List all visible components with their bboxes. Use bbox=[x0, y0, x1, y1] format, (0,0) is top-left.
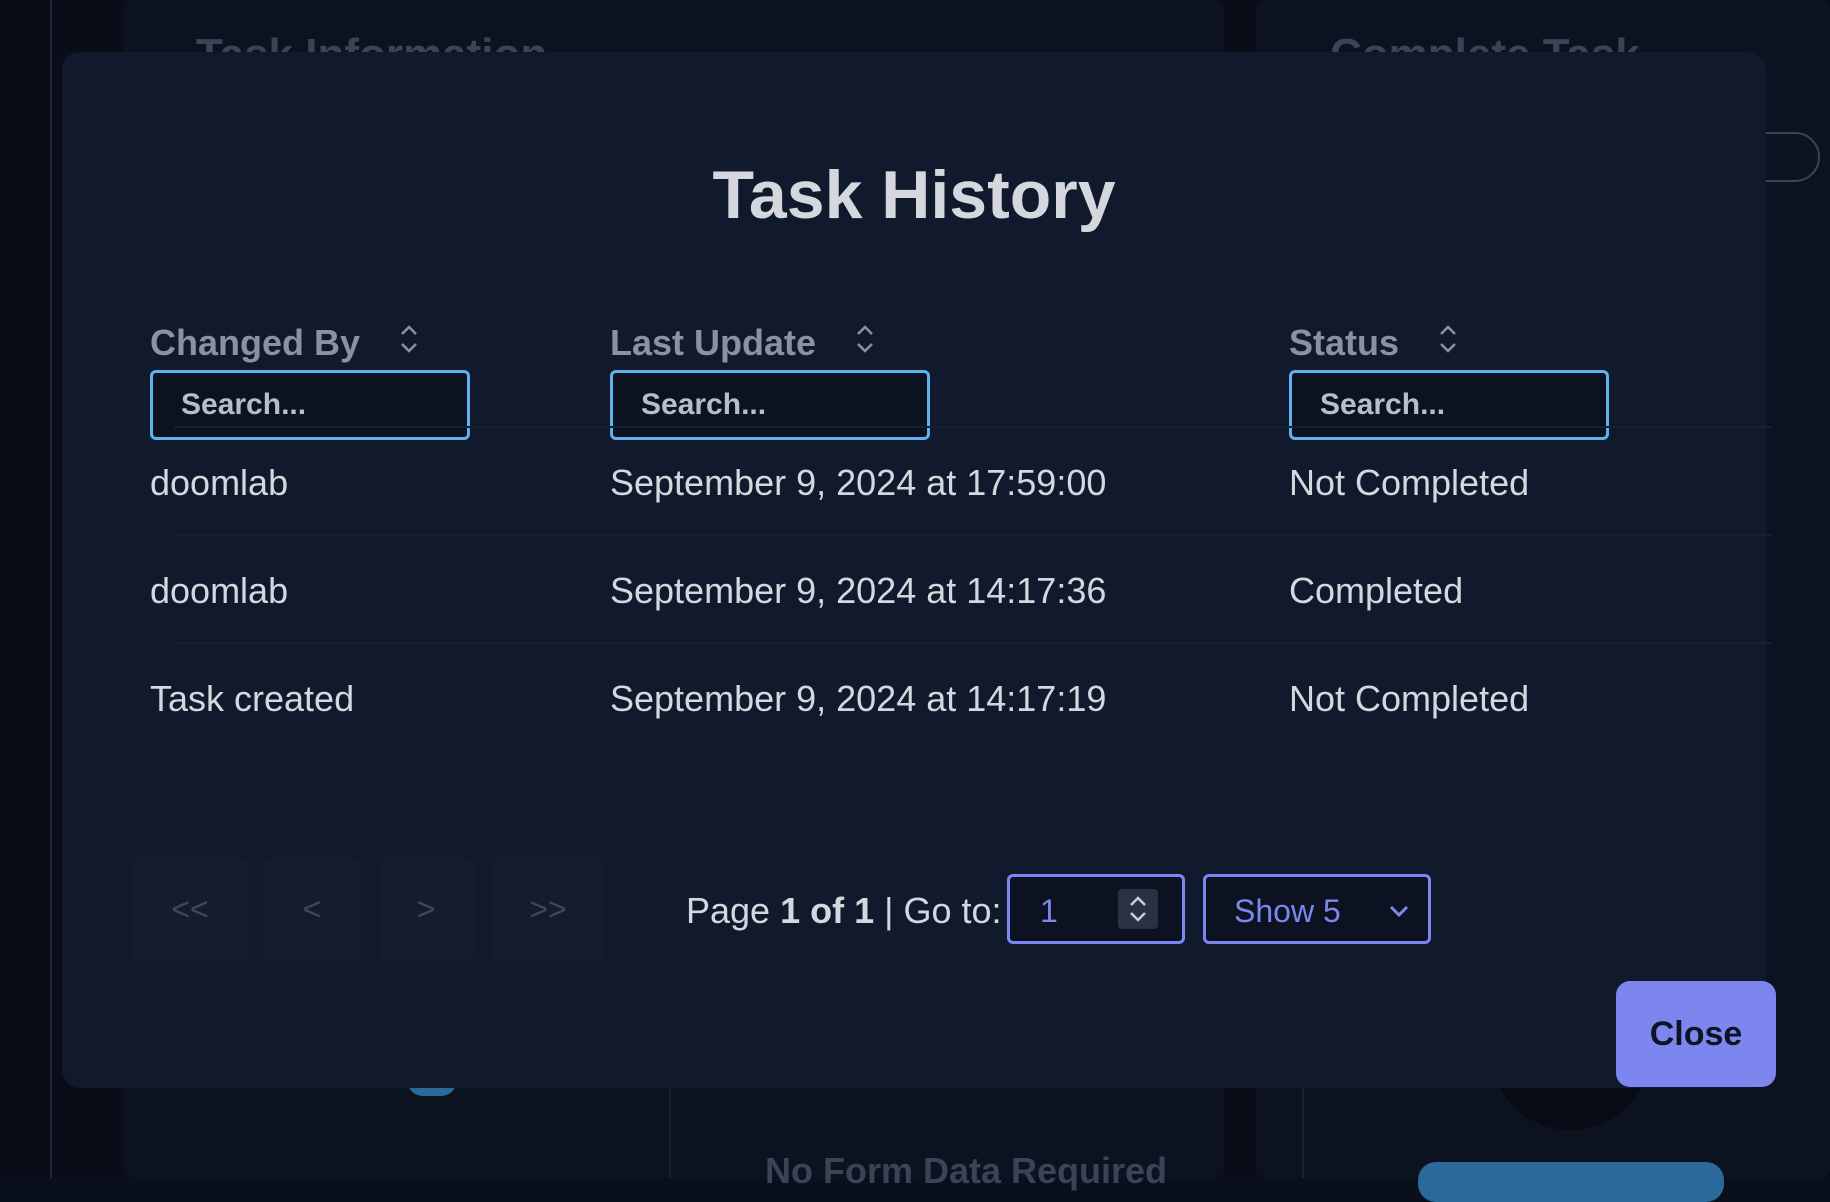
page-count: 1 of 1 bbox=[780, 890, 875, 931]
close-button[interactable]: Close bbox=[1616, 981, 1776, 1087]
background-column-divider bbox=[669, 1080, 671, 1178]
previous-page-button[interactable]: < bbox=[264, 857, 360, 961]
column-header-label: Status bbox=[1289, 322, 1400, 363]
cell-changed-by: doomlab bbox=[150, 570, 289, 611]
background-submit-button bbox=[1418, 1162, 1724, 1202]
cell-changed-by: Task created bbox=[150, 678, 355, 719]
cell-last-update: September 9, 2024 at 14:17:36 bbox=[610, 570, 1107, 611]
column-header-label: Last Update bbox=[610, 322, 817, 363]
cell-status: Not Completed bbox=[1289, 462, 1530, 503]
sort-icon[interactable] bbox=[854, 322, 876, 356]
page-prefix: Page bbox=[686, 890, 771, 931]
column-header-last-update[interactable]: Last Update bbox=[610, 322, 876, 364]
background-divider bbox=[50, 0, 52, 1178]
search-input-status[interactable] bbox=[1289, 370, 1609, 440]
goto-label: | Go to: bbox=[884, 890, 1002, 931]
goto-page-value: 1 bbox=[1040, 893, 1058, 929]
goto-page-input[interactable]: 1 bbox=[1007, 874, 1185, 944]
cell-last-update: September 9, 2024 at 14:17:19 bbox=[610, 678, 1107, 719]
number-spinner-icon[interactable] bbox=[1118, 889, 1158, 929]
page-size-value: Show 5 bbox=[1234, 893, 1341, 929]
page-indicator: Page 1 of 1 | Go to: bbox=[686, 890, 1002, 932]
search-input-last-update[interactable] bbox=[610, 370, 930, 440]
search-input-changed-by[interactable] bbox=[150, 370, 470, 440]
background-column-divider bbox=[1302, 1080, 1304, 1178]
page-size-select[interactable]: Show 5 bbox=[1203, 874, 1431, 944]
sort-icon[interactable] bbox=[398, 322, 420, 356]
cell-changed-by: doomlab bbox=[150, 462, 289, 503]
column-header-status[interactable]: Status bbox=[1289, 322, 1459, 364]
first-page-button[interactable]: << bbox=[132, 857, 248, 961]
row-divider bbox=[174, 642, 1772, 644]
cell-last-update: September 9, 2024 at 17:59:00 bbox=[610, 462, 1107, 503]
modal-title: Task History bbox=[712, 157, 1116, 233]
background-no-form-text: No Form Data Required bbox=[765, 1150, 1168, 1191]
row-divider bbox=[174, 534, 1772, 536]
cell-status: Not Completed bbox=[1289, 678, 1530, 719]
task-history-modal: Task History Changed By Last Update Stat… bbox=[62, 52, 1776, 1088]
row-divider bbox=[174, 426, 1772, 428]
chevron-down-icon bbox=[1389, 905, 1409, 918]
last-page-button[interactable]: >> bbox=[490, 857, 606, 961]
cell-status: Completed bbox=[1289, 570, 1464, 611]
column-header-changed-by[interactable]: Changed By bbox=[150, 322, 420, 364]
next-page-button[interactable]: > bbox=[378, 857, 474, 961]
column-header-label: Changed By bbox=[150, 322, 361, 363]
sort-icon[interactable] bbox=[1437, 322, 1459, 356]
